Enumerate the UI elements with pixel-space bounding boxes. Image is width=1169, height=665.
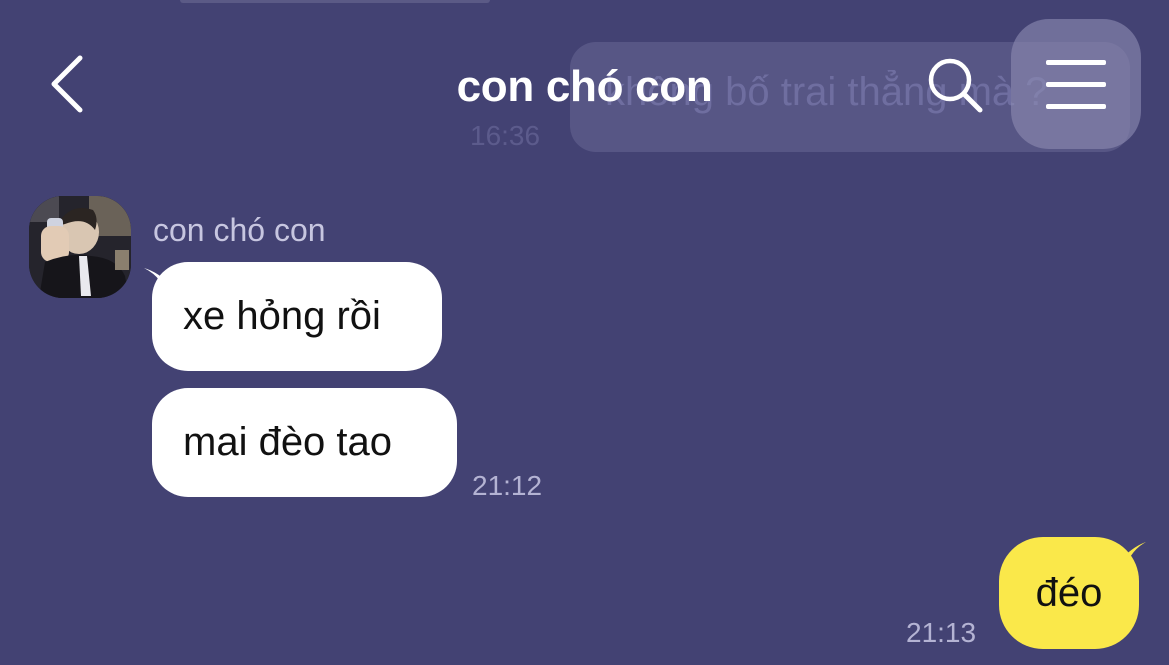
avatar[interactable]	[29, 196, 131, 298]
message-text: xe hỏng rồi	[183, 294, 381, 338]
search-button[interactable]	[920, 52, 990, 122]
message-text: đéo	[1035, 570, 1103, 615]
sender-name: con chó con	[153, 212, 326, 248]
avatar-photo	[29, 196, 131, 298]
incoming-message[interactable]: mai đèo tao	[152, 388, 457, 497]
message-text: mai đèo tao	[183, 420, 393, 464]
menu-button[interactable]	[1011, 19, 1141, 149]
outgoing-message[interactable]: đéo	[999, 537, 1139, 649]
search-icon	[928, 58, 983, 113]
message-timestamp: 21:12	[472, 470, 543, 501]
message-timestamp: 21:13	[906, 617, 977, 648]
chat-title: con chó con	[456, 62, 713, 111]
incoming-message[interactable]: xe hỏng rồi	[152, 262, 442, 371]
chat-header: con chó con	[0, 0, 1169, 180]
